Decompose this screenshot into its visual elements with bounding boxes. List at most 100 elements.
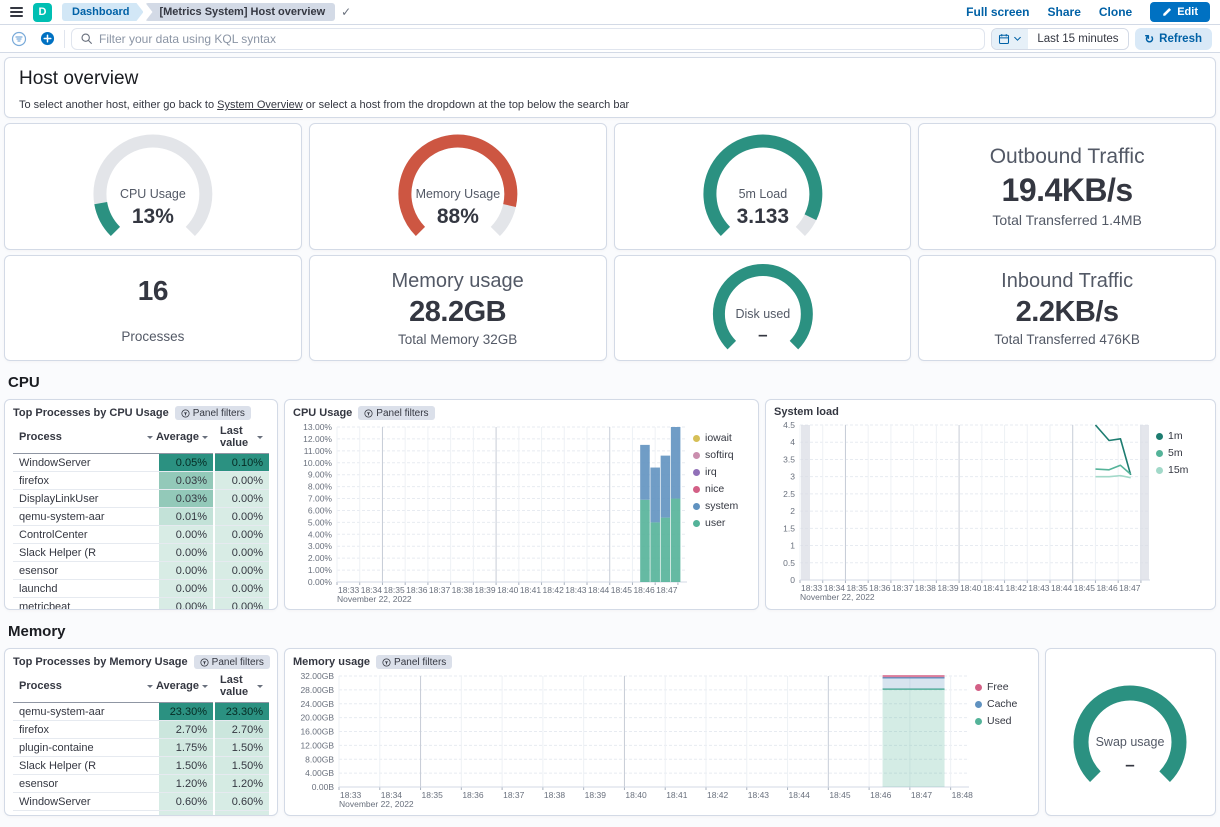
legend-item-user[interactable]: user xyxy=(693,517,738,529)
filter-circle-icon xyxy=(11,31,27,47)
add-filter-button[interactable] xyxy=(36,28,58,50)
menu-icon[interactable] xyxy=(10,7,23,17)
svg-text:3.00%: 3.00% xyxy=(308,541,333,551)
legend-item-softirq[interactable]: softirq xyxy=(693,449,738,461)
edit-button[interactable]: Edit xyxy=(1150,2,1210,22)
space-avatar[interactable]: D xyxy=(33,3,52,22)
chevron-down-icon xyxy=(202,685,208,691)
swap-usage-gauge-panel: Swap usage– xyxy=(1045,648,1216,816)
metric-title: Memory usage xyxy=(391,270,523,293)
legend-item-1m[interactable]: 1m xyxy=(1156,430,1188,442)
svg-text:5m Load: 5m Load xyxy=(738,187,787,201)
svg-text:4.00GB: 4.00GB xyxy=(305,768,334,778)
legend-item-irq[interactable]: irq xyxy=(693,466,738,478)
svg-text:7.00%: 7.00% xyxy=(308,494,333,504)
metric-value: 16 xyxy=(138,275,168,307)
process-cell: DisplayLinkUser xyxy=(13,490,159,508)
table-row: plugin-containe1.75%1.50% xyxy=(13,739,269,757)
panel-filters-badge[interactable]: Panel filters xyxy=(358,406,434,420)
svg-text:3.5: 3.5 xyxy=(783,454,795,464)
process-cell: DisplayLinkUser xyxy=(13,811,159,817)
svg-text:18:42: 18:42 xyxy=(1006,583,1028,593)
value-cell: 0.00% xyxy=(214,508,269,526)
svg-text:CPU Usage: CPU Usage xyxy=(120,187,186,201)
legend-item-15m[interactable]: 15m xyxy=(1156,464,1188,476)
svg-text:November 22, 2022: November 22, 2022 xyxy=(337,594,412,604)
value-cell: 1.50% xyxy=(214,757,269,775)
breadcrumb-current-page[interactable]: [Metrics System] Host overview xyxy=(145,3,335,21)
sort-header-process[interactable]: Process xyxy=(13,422,159,454)
svg-text:88%: 88% xyxy=(437,205,479,228)
legend-item-Cache[interactable]: Cache xyxy=(975,698,1017,710)
panel-filters-badge[interactable]: Panel filters xyxy=(376,655,452,669)
value-cell: 0.60% xyxy=(159,793,214,811)
process-cell: ControlCenter xyxy=(13,526,159,544)
svg-text:18:46: 18:46 xyxy=(870,790,892,800)
svg-text:Memory Usage: Memory Usage xyxy=(415,187,500,201)
table-row: qemu-system-aar23.30%23.30% xyxy=(13,703,269,721)
legend-item-iowait[interactable]: iowait xyxy=(693,432,738,444)
share-button[interactable]: Share xyxy=(1048,5,1081,19)
table-row: DisplayLinkUser0.60%0.60% xyxy=(13,811,269,817)
legend-item-Free[interactable]: Free xyxy=(975,681,1017,693)
svg-text:2: 2 xyxy=(790,506,795,516)
memory-processes-table: Process Average Last value qemu-system-a… xyxy=(13,671,269,816)
legend-item-system[interactable]: system xyxy=(693,500,738,512)
search-input[interactable] xyxy=(99,32,976,46)
inbound-traffic-panel: Inbound Traffic 2.2KB/s Total Transferre… xyxy=(918,255,1216,361)
metric-subtitle: Processes xyxy=(121,329,184,344)
date-picker-button[interactable] xyxy=(992,29,1028,49)
svg-text:18:40: 18:40 xyxy=(497,585,519,595)
fullscreen-button[interactable]: Full screen xyxy=(966,5,1029,19)
legend-item-nice[interactable]: nice xyxy=(693,483,738,495)
cpu-usage-chart: 0.00%1.00%2.00%3.00%4.00%5.00%6.00%7.00%… xyxy=(293,422,693,604)
value-cell: 0.05% xyxy=(159,454,214,472)
svg-text:20.00GB: 20.00GB xyxy=(300,713,334,723)
section-heading-memory: Memory xyxy=(8,623,1212,640)
svg-text:8.00%: 8.00% xyxy=(308,482,333,492)
intro-panel: Host overview To select another host, ei… xyxy=(4,57,1216,118)
svg-text:1: 1 xyxy=(790,541,795,551)
chart-legend: iowait softirq irq nice system user xyxy=(693,422,738,604)
time-picker[interactable]: Last 15 minutes xyxy=(991,28,1128,50)
time-range-label[interactable]: Last 15 minutes xyxy=(1028,29,1127,49)
disk-used-gauge: Disk used– xyxy=(615,256,911,360)
table-row: esensor0.00%0.00% xyxy=(13,562,269,580)
legend-dot xyxy=(693,520,700,527)
system-overview-link[interactable]: System Overview xyxy=(217,99,303,111)
sort-header-average[interactable]: Average xyxy=(159,671,214,703)
table-row: Slack Helper (R1.50%1.50% xyxy=(13,757,269,775)
clone-button[interactable]: Clone xyxy=(1099,5,1132,19)
filter-options-button[interactable] xyxy=(8,28,30,50)
sort-header-last-value[interactable]: Last value xyxy=(214,671,269,703)
legend-dot xyxy=(975,718,982,725)
process-cell: firefox xyxy=(13,721,159,739)
sort-header-process[interactable]: Process xyxy=(13,671,159,703)
breadcrumb-dashboard[interactable]: Dashboard xyxy=(62,3,143,21)
metric-subtitle: Total Memory 32GB xyxy=(398,332,517,347)
svg-text:18:37: 18:37 xyxy=(429,585,451,595)
process-cell: firefox xyxy=(13,472,159,490)
table-row: firefox2.70%2.70% xyxy=(13,721,269,739)
legend-item-Used[interactable]: Used xyxy=(975,715,1017,727)
value-cell: 0.03% xyxy=(159,472,214,490)
sort-header-average[interactable]: Average xyxy=(159,422,214,454)
svg-text:18:43: 18:43 xyxy=(748,790,770,800)
query-bar: Last 15 minutes ↻ Refresh xyxy=(0,25,1220,53)
refresh-button[interactable]: ↻ Refresh xyxy=(1135,28,1212,50)
chart-legend: 1m 5m 15m xyxy=(1156,420,1188,603)
svg-text:28.00GB: 28.00GB xyxy=(300,685,334,695)
value-cell: 1.20% xyxy=(159,775,214,793)
sort-header-last-value[interactable]: Last value xyxy=(214,422,269,454)
cpu-usage-chart-panel: CPU Usage Panel filters 0.00%1.00%2.00%3… xyxy=(284,399,759,610)
value-cell: 0.00% xyxy=(159,562,214,580)
top-header: D Dashboard [Metrics System] Host overvi… xyxy=(0,0,1220,25)
metric-value: 19.4KB/s xyxy=(1002,172,1133,209)
panel-filters-badge[interactable]: Panel filters xyxy=(194,655,270,669)
legend-item-5m[interactable]: 5m xyxy=(1156,447,1188,459)
svg-text:13.00%: 13.00% xyxy=(303,422,332,432)
process-cell: metricbeat xyxy=(13,598,159,611)
svg-text:24.00GB: 24.00GB xyxy=(300,699,334,709)
legend-dot xyxy=(1156,467,1163,474)
panel-filters-badge[interactable]: Panel filters xyxy=(175,406,251,420)
